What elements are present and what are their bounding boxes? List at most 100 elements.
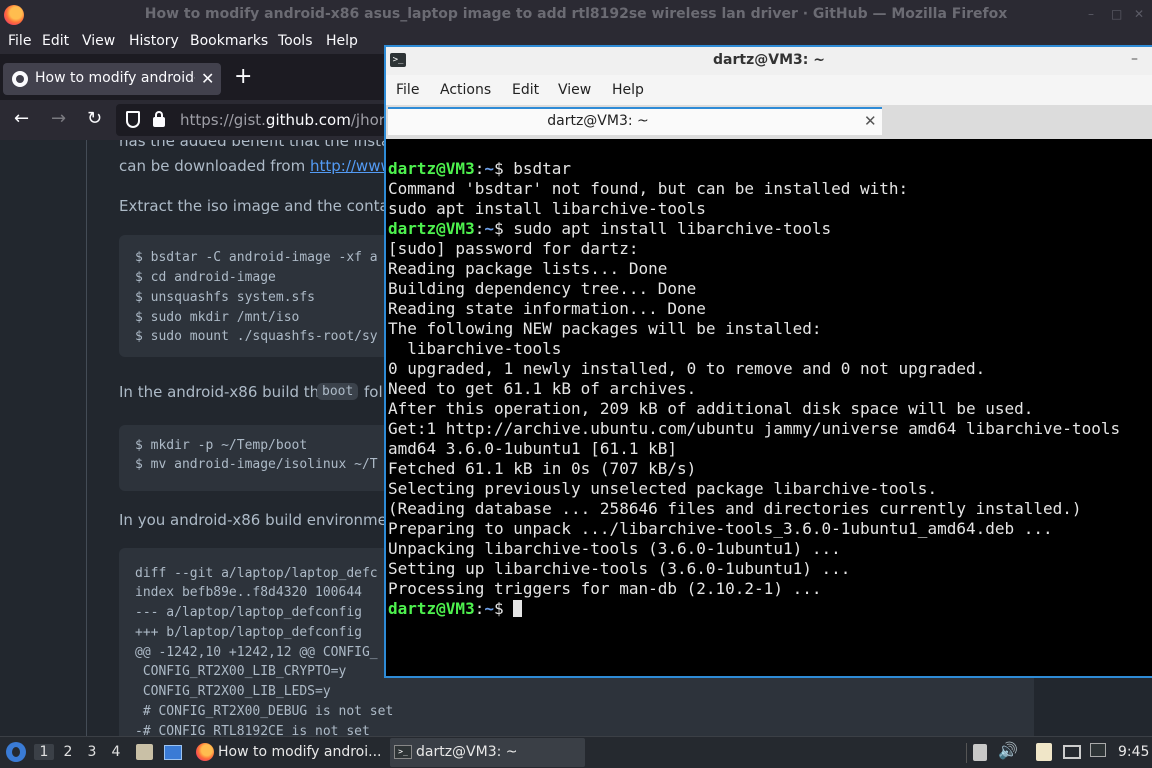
output-text: After this operation, 209 kB of addition… (388, 399, 1034, 418)
terminal-prompt-line: dartz@VM3:~$ bsdtar (388, 159, 571, 179)
code-line: --- a/laptop/laptop_defconfig (135, 605, 362, 620)
start-menu-icon[interactable] (6, 742, 26, 762)
code-line: @@ -1242,10 +1242,12 @@ CONFIG_ (135, 645, 378, 660)
menu-edit[interactable]: Edit (42, 33, 69, 49)
notes-icon[interactable] (973, 744, 987, 761)
clock[interactable]: 9:45 (1118, 744, 1149, 760)
menu-history[interactable]: History (129, 33, 179, 49)
github-icon (12, 71, 28, 87)
tab-title: How to modify android-x86 asus_laptop im… (35, 70, 195, 86)
tray-separator (966, 743, 967, 763)
terminal-output-line: Preparing to unpack .../libarchive-tools… (388, 519, 1053, 539)
terminal-menu-file[interactable]: File (396, 82, 419, 98)
code-line: $ sudo mount ./squashfs-root/sy (135, 329, 378, 344)
workspace-1[interactable]: 1 (34, 744, 54, 760)
output-text: amd64 3.6.0-1ubuntu1 [61.1 kB] (388, 439, 677, 458)
output-text: Preparing to unpack .../libarchive-tools… (388, 519, 1053, 538)
terminal-output[interactable]: dartz@VM3:~$ bsdtar Command 'bsdtar' not … (386, 159, 1152, 676)
terminal-cursor (513, 600, 523, 617)
reload-button[interactable]: ↻ (87, 108, 102, 130)
code-line: # CONFIG_RT2X00_DEBUG is not set (135, 704, 394, 719)
terminal-output-line: Fetched 61.1 kB in 0s (707 kB/s) (388, 459, 696, 479)
output-text: (Reading database ... 258646 files and d… (388, 499, 1082, 518)
close-icon[interactable]: ✕ (1134, 7, 1144, 21)
menu-tools[interactable]: Tools (278, 33, 313, 49)
url-text[interactable]: https://gist.github.com/jhorst (180, 111, 399, 129)
prompt-separator: : (474, 159, 485, 178)
terminal-output-line: Need to get 61.1 kB of archives. (388, 379, 696, 399)
back-button[interactable]: ← (14, 108, 29, 130)
file-manager-icon[interactable] (136, 744, 153, 760)
terminal-menu-view[interactable]: View (558, 82, 591, 98)
terminal-output-line: Building dependency tree... Done (388, 279, 696, 299)
output-text: Selecting previously unselected package … (388, 479, 938, 498)
terminal-tray-icon[interactable] (1090, 743, 1106, 757)
taskbar-item-label: How to modify androi... (218, 744, 382, 760)
code-line: +++ b/laptop/laptop_defconfig (135, 625, 362, 640)
prompt-symbol: $ (493, 219, 514, 238)
clipboard-icon[interactable] (1036, 743, 1052, 761)
terminal-title: dartz@VM3: ~ (713, 52, 825, 68)
show-desktop-icon[interactable] (164, 745, 182, 760)
firefox-titlebar[interactable]: How to modify android-x86 asus_laptop im… (0, 0, 1152, 30)
tracking-shield-icon[interactable] (126, 111, 140, 128)
browser-tab[interactable]: How to modify android-x86 asus_laptop im… (3, 63, 221, 95)
prompt-separator: : (474, 219, 485, 238)
minimize-icon[interactable]: – (1131, 51, 1138, 67)
output-text: 0 upgraded, 1 newly installed, 0 to remo… (388, 359, 986, 378)
output-text: Reading package lists... Done (388, 259, 668, 278)
taskbar-item-label: dartz@VM3: ~ (416, 744, 518, 760)
forward-button[interactable]: → (51, 108, 66, 130)
terminal-window[interactable]: >_ dartz@VM3: ~ – File Actions Edit View… (384, 45, 1152, 678)
code-line: CONFIG_RT2X00_LIB_CRYPTO=y (135, 664, 347, 679)
menu-bookmarks[interactable]: Bookmarks (190, 33, 268, 49)
prompt-user: dartz@VM3 (388, 219, 475, 238)
paragraph-text: fol (364, 383, 383, 401)
terminal-output-line: The following NEW packages will be insta… (388, 319, 821, 339)
terminal-output-line: sudo apt install libarchive-tools (388, 199, 706, 219)
paragraph-text: In you android-x86 build environment (119, 511, 403, 529)
menu-help[interactable]: Help (326, 33, 358, 49)
prompt-symbol: $ (493, 159, 514, 178)
terminal-menu-edit[interactable]: Edit (512, 82, 539, 98)
command-text: sudo apt install libarchive-tools (513, 219, 832, 238)
menu-view[interactable]: View (82, 33, 115, 49)
terminal-tabbar: dartz@VM3: ~ ✕ (386, 105, 1152, 139)
terminal-output-line: libarchive-tools (388, 339, 561, 359)
workspace-4[interactable]: 4 (106, 744, 126, 760)
output-text: [sudo] password for dartz: (388, 239, 639, 258)
maximize-icon[interactable]: □ (1111, 7, 1122, 21)
tab-close-icon[interactable]: ✕ (201, 69, 214, 88)
code-line: $ mkdir -p ~/Temp/boot (135, 438, 308, 453)
terminal-output-line: Unpacking libarchive-tools (3.6.0-1ubunt… (388, 539, 841, 559)
terminal-menu-help[interactable]: Help (612, 82, 644, 98)
terminal-output-line: [sudo] password for dartz: (388, 239, 638, 259)
terminal-output-line: Processing triggers for man-db (2.10.2-1… (388, 579, 821, 599)
prompt-user: dartz@VM3 (388, 159, 475, 178)
terminal-output-line: Selecting previously unselected package … (388, 479, 937, 499)
tab-close-icon[interactable]: ✕ (864, 112, 877, 130)
terminal-titlebar[interactable]: >_ dartz@VM3: ~ – (386, 47, 1152, 75)
terminal-icon: >_ (394, 745, 412, 759)
workspace-2[interactable]: 2 (58, 744, 78, 760)
terminal-prompt-line: dartz@VM3:~$ sudo apt install libarchive… (388, 219, 831, 239)
terminal-menu-actions[interactable]: Actions (440, 82, 491, 98)
terminal-output-line: Command 'bsdtar' not found, but can be i… (388, 179, 908, 199)
taskbar-item-firefox[interactable]: How to modify androi... (192, 738, 382, 767)
network-icon[interactable] (1063, 745, 1081, 759)
lock-icon[interactable] (153, 111, 165, 127)
workspace-3[interactable]: 3 (82, 744, 102, 760)
code-line: $ unsquashfs system.sfs (135, 290, 316, 305)
paragraph-text: Extract the iso image and the contain (119, 197, 403, 215)
menu-file[interactable]: File (8, 33, 31, 49)
new-tab-button[interactable]: + (234, 66, 252, 88)
terminal-tab[interactable]: dartz@VM3: ~ ✕ (388, 107, 882, 135)
code-line: $ sudo mkdir /mnt/iso (135, 310, 300, 325)
prompt-separator: : (474, 599, 485, 618)
taskbar-item-terminal[interactable]: >_ dartz@VM3: ~ (390, 738, 585, 767)
volume-icon[interactable]: 🔊 (998, 741, 1018, 760)
terminal-output-line: (Reading database ... 258646 files and d… (388, 499, 1082, 519)
terminal-output-line: Reading state information... Done (388, 299, 706, 319)
minimize-icon[interactable]: – (1088, 7, 1094, 21)
terminal-output-line: Setting up libarchive-tools (3.6.0-1ubun… (388, 559, 850, 579)
